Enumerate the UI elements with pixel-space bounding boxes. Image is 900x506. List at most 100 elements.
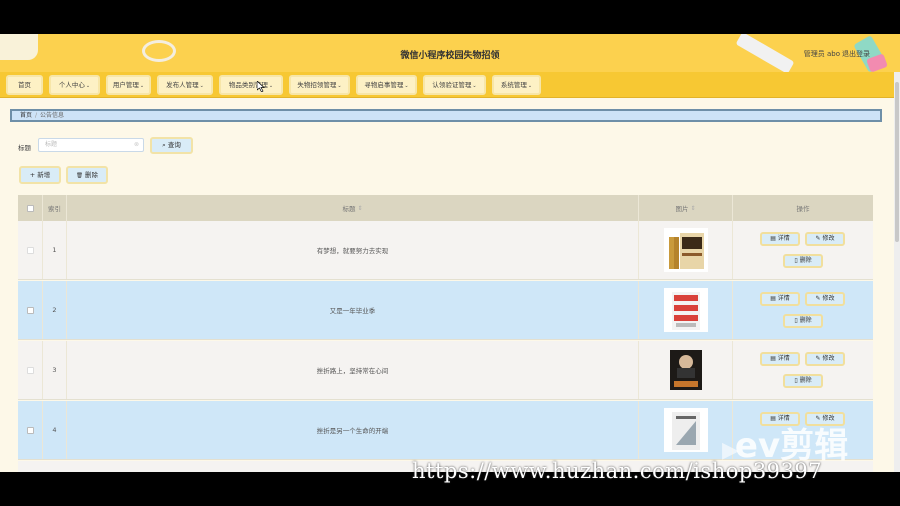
scrollbar[interactable] (894, 72, 900, 472)
row-checkbox[interactable] (26, 306, 34, 314)
book-cover-image (664, 348, 708, 392)
clear-icon[interactable]: ⊗ (134, 139, 139, 151)
detail-button[interactable]: ▤ 详情 (760, 352, 800, 366)
row-image-cell (639, 401, 733, 459)
sort-icon: ⇕ (690, 204, 696, 212)
add-button-label: 新增 (37, 171, 51, 179)
row-actions-cell: ▤ 详情 ✎ 修改 ▯ 删除 (733, 281, 873, 339)
nav-item-categories[interactable]: 物品类别管理⌄ (219, 75, 283, 95)
breadcrumb-home[interactable]: 首页 (20, 112, 32, 119)
url-watermark: https://www.huzhan.com/ishop39397 (412, 459, 823, 483)
row-select-cell (18, 401, 43, 459)
delete-button[interactable]: ▯ 删除 (783, 254, 823, 268)
bulk-delete-button[interactable]: 🗑 删除 (66, 166, 108, 184)
trash-icon: 🗑 (75, 173, 83, 179)
row-checkbox[interactable] (26, 246, 34, 254)
plus-icon: + (29, 171, 36, 179)
row-select-cell (18, 341, 43, 399)
sort-icon: ⇕ (357, 204, 363, 212)
search-placeholder: 标题 (45, 141, 58, 148)
detail-icon: ▤ (770, 295, 778, 302)
row-title: 又是一年毕业季 (67, 281, 639, 339)
nav-item-home[interactable]: 首页 (6, 75, 43, 95)
logout-link[interactable]: 退出登录 (842, 49, 870, 59)
nav-item-claim-verify[interactable]: 认领验证管理⌄ (423, 75, 486, 95)
search-input[interactable]: 标题 ⊗ (38, 138, 144, 152)
nav-item-system[interactable]: 系统管理⌄ (492, 75, 541, 95)
top-nav: 首页 个人中心⌄ 用户管理⌄ 发布人管理⌄ 物品类别管理⌄ 失物招领管理⌄ 寻物… (0, 72, 900, 98)
row-index: 4 (43, 401, 67, 459)
row-image-cell (639, 281, 733, 339)
add-button[interactable]: + 新增 (19, 166, 61, 184)
nav-item-label: 失物招领管理 (297, 81, 337, 89)
nav-item-label: 用户管理 (112, 81, 139, 89)
row-image-cell (639, 221, 733, 279)
chevron-down-icon: ⌄ (199, 83, 204, 89)
header-image[interactable]: 图片 ⇕ (639, 195, 733, 221)
chevron-down-icon: ⌄ (527, 83, 533, 89)
row-checkbox[interactable] (26, 366, 34, 374)
chevron-down-icon: ⌄ (404, 83, 409, 89)
detail-button[interactable]: ▤ 详情 (760, 232, 800, 246)
search-button[interactable]: ⌕ 查询 (150, 137, 193, 154)
delete-button[interactable]: ▯ 删除 (783, 314, 823, 328)
breadcrumb: 首页 / 公告信息 (10, 109, 882, 122)
search-label: 标题 (18, 144, 31, 152)
nav-item-lost-found[interactable]: 失物招领管理⌄ (289, 75, 350, 95)
nav-item-label: 寻物启事管理 (364, 81, 404, 89)
nav-item-lost-notice[interactable]: 寻物启事管理⌄ (356, 75, 417, 95)
chevron-down-icon: ⌄ (337, 83, 342, 89)
row-select-cell (18, 281, 43, 339)
detail-icon: ▤ (770, 355, 778, 362)
table-header: 索引 标题 ⇕ 图片 ⇕ 操作 (18, 195, 873, 221)
table-row: 2 又是一年毕业季 ▤ 详情 ✎ 修改 ▯ 删除 (18, 281, 873, 340)
row-title: 挫折路上，坚持常在心间 (67, 341, 639, 399)
page-title: 微信小程序校园失物招领 (400, 51, 500, 61)
search-icon: ⌕ (162, 141, 166, 149)
row-checkbox[interactable] (26, 426, 34, 434)
header-select-cell (18, 195, 43, 221)
chevron-down-icon: ⌄ (139, 83, 145, 89)
book-cover-image (663, 228, 708, 272)
header-actions: 操作 (796, 205, 810, 213)
edit-button[interactable]: ✎ 修改 (805, 352, 845, 366)
edit-button[interactable]: ✎ 修改 (805, 232, 845, 246)
row-title: 有梦想，就要努力去实现 (67, 221, 639, 279)
select-all-checkbox[interactable] (26, 204, 34, 212)
row-title: 挫折是另一个生命的开端 (67, 401, 639, 459)
detail-button[interactable]: ▤ 详情 (760, 292, 800, 306)
header-title[interactable]: 标题 ⇕ (67, 195, 639, 221)
delete-button[interactable]: ▯ 删除 (783, 374, 823, 388)
scrollbar-thumb[interactable] (895, 82, 899, 242)
breadcrumb-current: 公告信息 (40, 112, 65, 119)
delete-button-label: 删除 (85, 171, 99, 179)
table-row: 3 挫折路上，坚持常在心间 ▤ 详情 ✎ 修改 ▯ 删除 (18, 341, 873, 400)
chevron-down-icon: ⌄ (85, 83, 91, 89)
breadcrumb-separator: / (35, 112, 38, 119)
detail-icon: ▤ (770, 235, 778, 242)
book-cover-image (663, 288, 708, 332)
nav-item-label: 首页 (18, 81, 31, 89)
nav-item-personal[interactable]: 个人中心⌄ (49, 75, 100, 95)
current-user: 管理员 abo (803, 50, 840, 58)
row-image-cell (639, 341, 733, 399)
nav-item-users[interactable]: 用户管理⌄ (106, 75, 151, 95)
search-button-label: 查询 (167, 141, 181, 149)
book-cover-image (663, 408, 708, 452)
row-index: 1 (43, 221, 67, 279)
app-frame: 微信小程序校园失物招领 管理员 abo 退出登录 首页 个人中心⌄ 用户管理⌄ … (0, 34, 900, 472)
edit-button[interactable]: ✎ 修改 (805, 292, 845, 306)
mouse-cursor-icon (256, 80, 265, 94)
header: 微信小程序校园失物招领 管理员 abo 退出登录 (0, 34, 900, 75)
nav-item-label: 认领验证管理 (432, 81, 472, 89)
header-index: 索引 (43, 195, 67, 221)
nav-item-label: 系统管理 (500, 81, 527, 89)
table-row: 1 有梦想，就要努力去实现 ▤ 详情 ✎ 修改 ▯ 删除 (18, 221, 873, 280)
row-actions-cell: ▤ 详情 ✎ 修改 ▯ 删除 (733, 341, 873, 399)
chevron-down-icon: ⌄ (268, 83, 274, 89)
row-actions-cell: ▤ 详情 ✎ 修改 ▯ 删除 (733, 221, 873, 279)
chevron-down-icon: ⌄ (472, 83, 477, 89)
nav-item-label: 个人中心 (58, 81, 85, 89)
row-select-cell (18, 221, 43, 279)
nav-item-publishers[interactable]: 发布人管理⌄ (157, 75, 213, 95)
